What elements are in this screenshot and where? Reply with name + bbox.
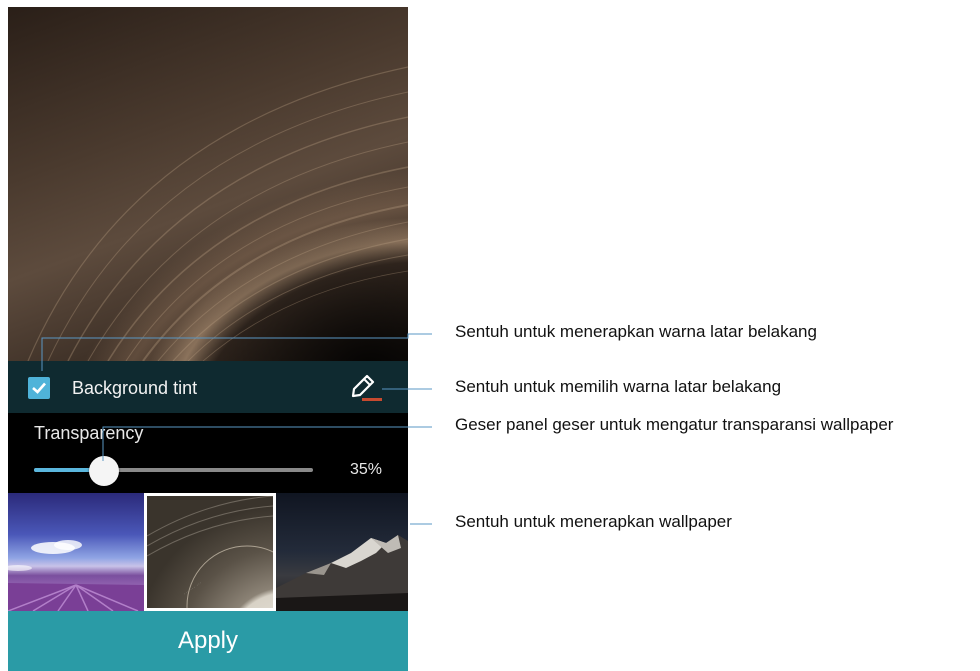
callout-apply-tint: Sentuh untuk menerapkan warna latar bela… (455, 322, 817, 341)
callout-pick-tint-color: Sentuh untuk memilih warna latar belakan… (455, 377, 782, 396)
callout-transparency-slider: Geser panel geser untuk mengatur transpa… (455, 415, 894, 434)
callout-apply-wallpaper: Sentuh untuk menerapkan wallpaper (455, 512, 732, 531)
